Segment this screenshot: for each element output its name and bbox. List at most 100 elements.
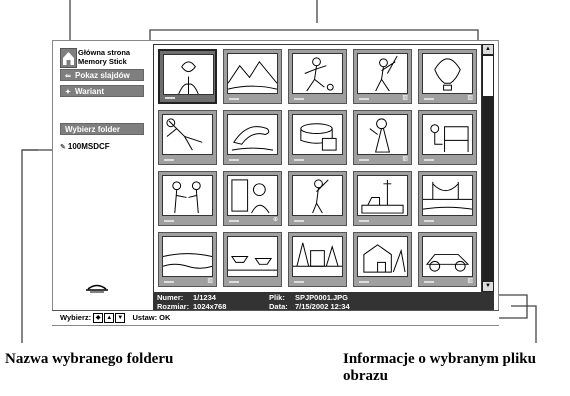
thumbnail-index-marker <box>229 220 239 222</box>
app-window: Główna strona Memory Stick ⇐ Pokaz slajdó… <box>52 40 499 326</box>
thumbnail-hot-air-balloon[interactable]: ▥ <box>418 49 477 104</box>
cake-image <box>292 114 343 155</box>
sunset-image <box>162 236 213 277</box>
thumbnail-index-marker <box>164 159 174 161</box>
thumbnail-golfer[interactable] <box>288 171 347 226</box>
thumbnail-garden[interactable] <box>288 232 347 287</box>
couple-image <box>227 175 278 216</box>
diver-image <box>162 114 213 155</box>
thumbnail-couple[interactable]: ⊕ <box>223 171 282 226</box>
sidebar: Główna strona Memory Stick ⇐ Pokaz slajdó… <box>53 41 148 294</box>
arrow-left-right-icon: ◆ <box>93 313 104 324</box>
slideshow-icon: ⇐ <box>65 73 71 80</box>
thumbnail-grid: ▥ ▥ ▥ ⊕ ▥ ▥ <box>153 44 482 294</box>
thumbnail-landscape[interactable] <box>223 49 282 104</box>
thumbnail-tower[interactable] <box>353 171 412 226</box>
arrow-down-icon: ▼ <box>115 313 126 324</box>
thumbnail-index-marker <box>359 98 369 100</box>
slideshow-button[interactable]: ⇐ Pokaz slajdów <box>60 69 144 81</box>
options-button[interactable]: ✦ Wariant <box>60 85 144 97</box>
scroll-up-icon[interactable]: ▲ <box>483 45 493 54</box>
options-label: Wariant <box>75 87 105 96</box>
tower-image <box>357 175 408 216</box>
home-button[interactable]: Główna strona Memory Stick <box>60 48 144 68</box>
house-image <box>357 236 408 277</box>
status-bar: Wybierz: ◆ ▲ ▼ Ustaw: OK <box>52 310 499 325</box>
thumbnail-house[interactable] <box>353 232 412 287</box>
thumbnail-index-marker <box>164 281 174 283</box>
choose-folder-button[interactable]: Wybierz folder <box>60 123 144 135</box>
thumbnail-cake[interactable] <box>288 110 347 165</box>
arrow-up-icon: ▲ <box>104 313 115 324</box>
thumbnail-index-marker <box>424 159 434 161</box>
thumbnail-bridge[interactable] <box>418 171 477 226</box>
baseball-player-image <box>357 53 408 94</box>
thumbnail-soccer-player[interactable] <box>288 49 347 104</box>
thumbnail-index-marker <box>294 220 304 222</box>
caption-file-info: Informacje o wybranym pliku obrazu <box>343 351 536 384</box>
options-icon: ✦ <box>65 89 71 96</box>
select-label: Wybierz: <box>60 313 92 322</box>
soccer-player-image <box>292 53 343 94</box>
protect-mark-icon: ▥ <box>467 278 473 284</box>
thumbnail-people-talking[interactable] <box>158 171 217 226</box>
thumbnail-index-marker <box>229 98 239 100</box>
file-label: Plik: <box>269 293 285 302</box>
choose-folder-label: Wybierz folder <box>65 125 120 134</box>
thumbnail-diver[interactable] <box>158 110 217 165</box>
thumbnail-index-marker <box>294 98 304 100</box>
thumbnail-index-marker <box>294 281 304 283</box>
scroll-down-icon[interactable]: ▼ <box>483 282 493 291</box>
file-info-bar: Numer: 1/1234 Rozmiar: 1024x768 Plik: SPJP0… <box>153 292 494 312</box>
thumbnail-singer[interactable]: ▥ <box>353 110 412 165</box>
protect-mark-icon: ▥ <box>402 95 408 101</box>
number-label: Numer: <box>157 293 184 302</box>
thumbnail-index-marker <box>424 281 434 283</box>
thumbnail-dolphin[interactable] <box>223 110 282 165</box>
pianist-image <box>422 114 473 155</box>
race-car-image <box>422 236 473 277</box>
boats-image <box>227 236 278 277</box>
home-icon <box>60 48 77 68</box>
protect-mark-icon: ▥ <box>207 278 213 284</box>
thumbnail-boats[interactable] <box>223 232 282 287</box>
thumbnail-index-marker <box>424 98 434 100</box>
protect-mark-icon: ▥ <box>402 156 408 162</box>
folder-icon: ✎ <box>60 144 66 151</box>
people-talking-image <box>162 175 213 216</box>
slideshow-label: Pokaz slajdów <box>75 71 130 80</box>
thumbnail-index-marker <box>229 159 239 161</box>
thumbnail-index-marker <box>164 220 174 222</box>
dolphin-image <box>227 114 278 155</box>
file-value: SPJP0001.JPG <box>295 293 348 302</box>
thumbnail-race-car[interactable]: ▥ <box>418 232 477 287</box>
thumbnail-pianist[interactable] <box>418 110 477 165</box>
thumbnail-index-marker <box>359 281 369 283</box>
thumbnail-index-marker <box>165 97 175 99</box>
scrollbar[interactable]: ▲ ▼ <box>482 44 494 292</box>
singer-image <box>357 114 408 155</box>
selected-folder[interactable]: ✎ 100MSDCF <box>60 142 110 151</box>
landscape-image <box>227 53 278 94</box>
thumbnail-baseball-player[interactable]: ▥ <box>353 49 412 104</box>
memory-stick-logo <box>86 282 108 294</box>
set-label: Ustaw: OK <box>132 313 171 322</box>
garden-image <box>292 236 343 277</box>
number-value: 1/1234 <box>193 293 216 302</box>
home-label: Główna strona Memory Stick <box>78 48 131 66</box>
thumbnail-flowers[interactable] <box>158 49 217 104</box>
thumbnail-index-marker <box>359 220 369 222</box>
protect-mark-icon: ⊕ <box>272 217 278 223</box>
golfer-image <box>292 175 343 216</box>
thumbnail-index-marker <box>229 281 239 283</box>
thumbnail-sunset[interactable]: ▥ <box>158 232 217 287</box>
thumbnail-index-marker <box>424 220 434 222</box>
flowers-image <box>163 54 214 95</box>
scroll-thumb[interactable] <box>483 56 493 96</box>
caption-folder-name: Nazwa wybranego folderu <box>5 351 174 367</box>
folder-name: 100MSDCF <box>67 142 110 151</box>
hot-air-balloon-image <box>422 53 473 94</box>
bridge-image <box>422 175 473 216</box>
protect-mark-icon: ▥ <box>467 95 473 101</box>
thumbnail-index-marker <box>359 159 369 161</box>
